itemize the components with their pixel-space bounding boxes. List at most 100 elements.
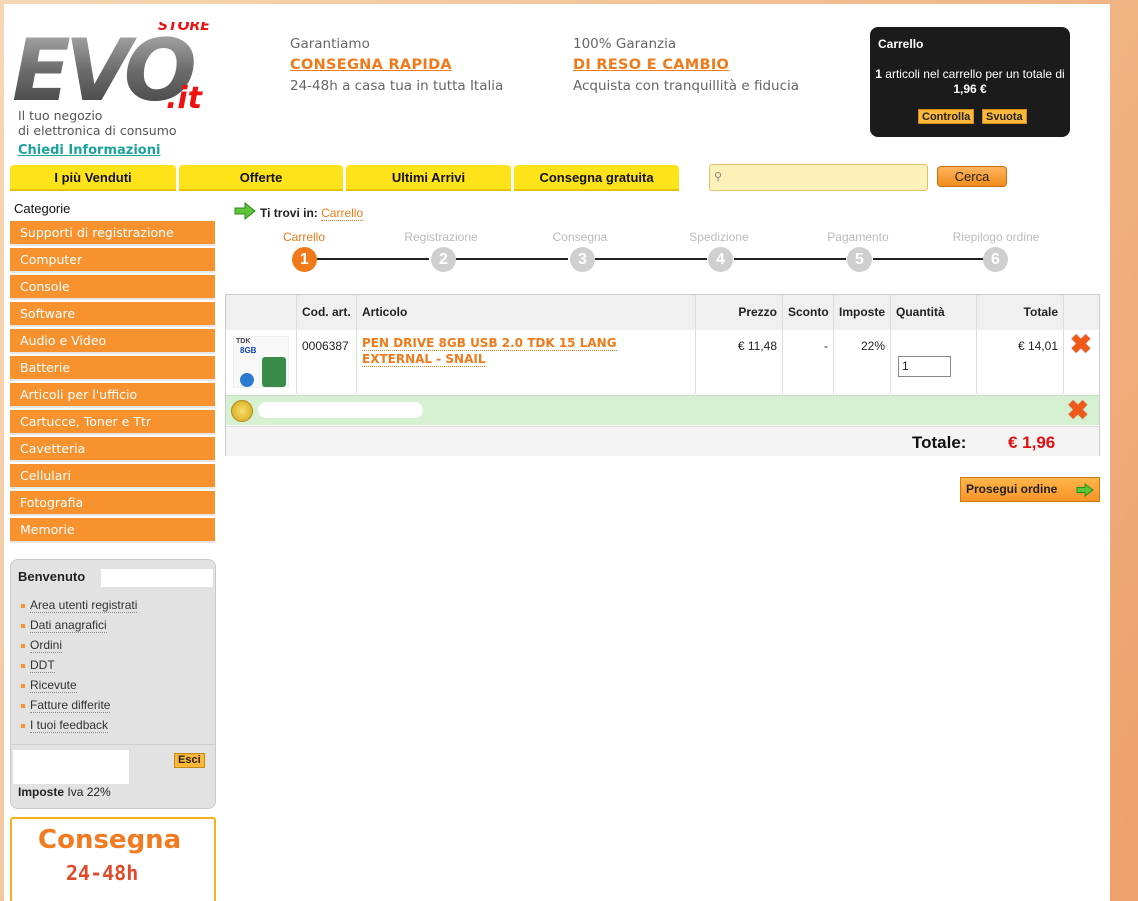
breadcrumb-prefix: Ti trovi in: bbox=[260, 206, 318, 220]
cell-cod: 0006387 bbox=[297, 330, 357, 394]
product-link[interactable]: PEN DRIVE 8GB USB 2.0 TDK 15 LANG EXTERN… bbox=[362, 336, 617, 367]
category-item[interactable]: Cavetteria bbox=[10, 437, 215, 462]
product-thumbnail[interactable]: TDK 8GB bbox=[226, 330, 297, 394]
bullet-icon bbox=[21, 663, 25, 668]
remove-item-icon[interactable]: ✖ bbox=[1070, 331, 1093, 357]
prosegui-label: Prosegui ordine bbox=[966, 482, 1058, 496]
category-item[interactable]: Articoli per l'ufficio bbox=[10, 383, 215, 408]
step-circle-1: 1 bbox=[292, 247, 317, 272]
search-button[interactable]: Cerca bbox=[937, 166, 1007, 187]
link-fatture-differite[interactable]: Fatture differite bbox=[21, 698, 111, 713]
nav-piu-venduti[interactable]: I più Venduti bbox=[10, 165, 176, 191]
step-circle-3: 3 bbox=[570, 247, 595, 272]
link-ricevute[interactable]: Ricevute bbox=[21, 678, 77, 693]
breadcrumb: Ti trovi in: Carrello bbox=[260, 206, 364, 221]
cell-articolo: PEN DRIVE 8GB USB 2.0 TDK 15 LANG EXTERN… bbox=[357, 330, 696, 394]
category-item[interactable]: Fotografia bbox=[10, 491, 215, 516]
bullet-icon bbox=[21, 703, 25, 708]
promo-reso: 100% Garanzia DI RESO E CAMBIO Acquista … bbox=[573, 34, 799, 97]
category-item[interactable]: Cartucce, Toner e Ttr bbox=[10, 410, 215, 435]
bonus-row: ✖ bbox=[226, 395, 1099, 425]
category-item[interactable]: Computer bbox=[10, 248, 215, 273]
step-connector bbox=[595, 258, 707, 260]
cell-totale: € 14,01 bbox=[977, 330, 1064, 394]
link-ordini[interactable]: Ordini bbox=[21, 638, 63, 653]
mini-cart-info: 1 articoli nel carrello per un totale di… bbox=[870, 67, 1070, 97]
quantity-input[interactable]: 1 bbox=[898, 356, 951, 377]
mini-cart-title: Carrello bbox=[878, 37, 924, 51]
link-ddt[interactable]: DDT bbox=[21, 658, 55, 673]
step-label-carrello: Carrello bbox=[282, 230, 325, 244]
step-label-registrazione: Registrazione bbox=[404, 230, 478, 244]
step-connector bbox=[456, 258, 568, 260]
chiedi-informazioni-link[interactable]: Chiedi Informazioni bbox=[18, 143, 160, 158]
link-dati-anagrafici[interactable]: Dati anagrafici bbox=[21, 618, 107, 633]
th-quantita: Quantità bbox=[891, 295, 977, 330]
cell-prezzo: € 11,48 bbox=[696, 330, 783, 394]
th-articolo: Articolo bbox=[357, 295, 696, 330]
nav-offerte[interactable]: Offerte bbox=[179, 165, 343, 191]
category-item[interactable]: Cellulari bbox=[10, 464, 215, 489]
breadcrumb-carrello[interactable]: Carrello bbox=[321, 206, 364, 221]
divider bbox=[11, 744, 215, 745]
controlla-button[interactable]: Controlla bbox=[918, 109, 975, 124]
promo-consegna-sub: 24-48h a casa tua in tutta Italia bbox=[290, 78, 504, 94]
link-area-utenti[interactable]: Area utenti registrati bbox=[21, 598, 138, 613]
nav-consegna-gratuita[interactable]: Consegna gratuita bbox=[514, 165, 679, 191]
prosegui-ordine-button[interactable]: Prosegui ordine bbox=[960, 477, 1100, 502]
welcome-box: Benvenuto Area utenti registrati Dati an… bbox=[10, 559, 216, 809]
banner-subtitle: 24-48h bbox=[66, 861, 139, 885]
tagline-line-2: di elettronica di consumo bbox=[18, 123, 177, 138]
th-imposte: Imposte bbox=[834, 295, 891, 330]
thumb-size: 8GB bbox=[240, 346, 257, 355]
th-totale: Totale bbox=[977, 295, 1064, 330]
promo-consegna-title[interactable]: CONSEGNA RAPIDA bbox=[290, 55, 503, 76]
step-circle-6: 6 bbox=[983, 247, 1008, 272]
category-item[interactable]: Audio e Video bbox=[10, 329, 215, 354]
promo-reso-title[interactable]: DI RESO E CAMBIO bbox=[573, 55, 799, 76]
bullet-icon bbox=[21, 723, 25, 728]
remove-bonus-icon[interactable]: ✖ bbox=[1067, 397, 1089, 423]
category-item[interactable]: Batterie bbox=[10, 356, 215, 381]
category-item[interactable]: Software bbox=[10, 302, 215, 327]
package-shape bbox=[262, 357, 286, 387]
promo-reso-sub: Acquista con tranquillità e fiducia bbox=[573, 78, 800, 94]
snail-shape bbox=[240, 373, 254, 387]
th-prezzo: Prezzo bbox=[696, 295, 783, 330]
evo-store-logo[interactable]: EVO STORE .it bbox=[10, 22, 222, 112]
redacted-username bbox=[101, 569, 213, 587]
category-item[interactable]: Supporti di registrazione bbox=[10, 221, 215, 246]
welcome-title: Benvenuto bbox=[18, 569, 86, 584]
cell-delete: ✖ bbox=[1064, 330, 1099, 394]
total-row: Totale: € 1,96 bbox=[226, 426, 1099, 456]
step-label-spedizione: Spedizione bbox=[689, 230, 749, 244]
search-input[interactable]: ⚲ bbox=[709, 164, 928, 191]
search-icon: ⚲ bbox=[714, 171, 723, 183]
tagline-line-1: Il tuo negozio bbox=[18, 108, 103, 123]
arrow-right-icon bbox=[1076, 483, 1094, 497]
mini-cart: Carrello 1 articoli nel carrello per un … bbox=[870, 27, 1070, 137]
nav-ultimi-arrivi[interactable]: Ultimi Arrivi bbox=[346, 165, 511, 191]
coin-icon bbox=[231, 400, 253, 422]
cart-table: Cod. art. Articolo Prezzo Sconto Imposte… bbox=[225, 294, 1100, 456]
imposte-value: Iva 22% bbox=[67, 785, 111, 799]
mini-cart-total: 1,96 € bbox=[953, 82, 987, 96]
imposte-info: Imposte Iva 22% bbox=[18, 785, 111, 799]
redacted-bonus-text bbox=[258, 402, 423, 418]
cell-sconto: - bbox=[783, 330, 834, 394]
consegna-banner[interactable]: Consegna 24-48h bbox=[10, 817, 216, 901]
step-connector bbox=[317, 258, 429, 260]
category-item[interactable]: Memorie bbox=[10, 518, 215, 543]
cell-imposte: 22% bbox=[834, 330, 891, 394]
svuota-button[interactable]: Svuota bbox=[982, 109, 1027, 124]
link-feedback[interactable]: I tuoi feedback bbox=[21, 718, 109, 733]
esci-button[interactable]: Esci bbox=[174, 753, 205, 768]
bullet-icon bbox=[21, 683, 25, 688]
th-sconto: Sconto bbox=[783, 295, 834, 330]
svg-text:STORE: STORE bbox=[158, 22, 210, 34]
category-item[interactable]: Console bbox=[10, 275, 215, 300]
total-value: € 1,96 bbox=[1008, 433, 1056, 452]
promo-consegna-small: Garantiamo bbox=[290, 36, 370, 52]
product-image: TDK 8GB bbox=[233, 336, 289, 388]
step-connector bbox=[873, 258, 985, 260]
